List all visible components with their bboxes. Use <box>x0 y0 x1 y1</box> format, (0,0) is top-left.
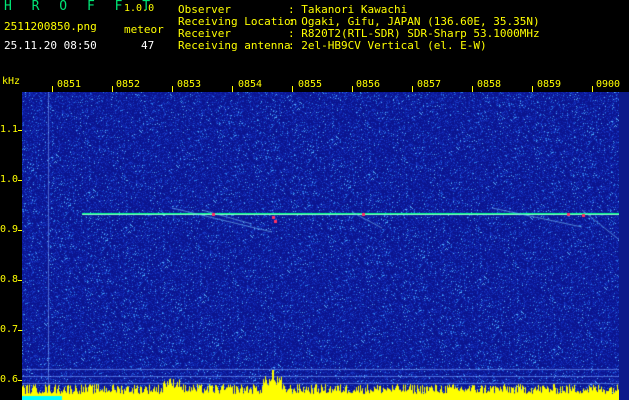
frequency-unit-label: kHz <box>2 76 21 87</box>
right-edge-strip <box>619 92 629 400</box>
time-label-0859: 0859 <box>537 79 562 90</box>
app-version: 1.0.0 <box>124 3 155 14</box>
time-label-0851: 0851 <box>57 79 82 90</box>
time-label-0855: 0855 <box>298 79 323 90</box>
meteor-count: 47 <box>141 39 155 52</box>
header-panel: H R O F F T 1.0.0 2511200850.png 25.11.2… <box>0 0 629 74</box>
spectrogram-canvas <box>22 92 619 400</box>
freq-label-0-8: 0.8 <box>0 274 19 285</box>
antenna-value: : 2el-HB9CV Vertical (el. E-W) <box>288 39 487 52</box>
freq-label-0-7: 0.7 <box>0 324 19 335</box>
freq-label-1-0: 1.0 <box>0 174 19 185</box>
meteor-label: meteor <box>124 23 164 36</box>
time-label-0900: 0900 <box>596 79 621 90</box>
spectrogram-plot <box>22 92 619 400</box>
antenna-label: Receiving antenna <box>178 39 291 52</box>
freq-label-1-1: 1.1 <box>0 124 19 135</box>
freq-label-0-9: 0.9 <box>0 224 19 235</box>
time-label-0853: 0853 <box>177 79 202 90</box>
time-label-0856: 0856 <box>356 79 381 90</box>
time-label-0852: 0852 <box>116 79 141 90</box>
time-label-0858: 0858 <box>477 79 502 90</box>
freq-label-0-6: 0.6 <box>0 374 19 385</box>
date-time: 25.11.20 08:50 <box>4 39 97 52</box>
file-name: 2511200850.png <box>4 20 97 33</box>
time-label-0854: 0854 <box>238 79 263 90</box>
time-label-0857: 0857 <box>417 79 442 90</box>
